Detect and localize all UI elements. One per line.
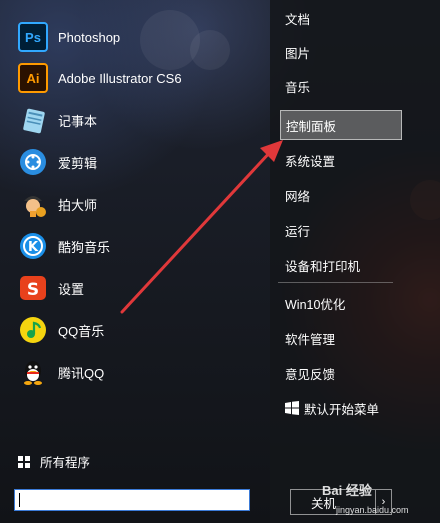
annotation-arrow bbox=[120, 140, 283, 314]
watermark-url: jingyan.baidu.com bbox=[336, 505, 409, 515]
watermark-logo: Bai 经验 bbox=[322, 483, 372, 498]
